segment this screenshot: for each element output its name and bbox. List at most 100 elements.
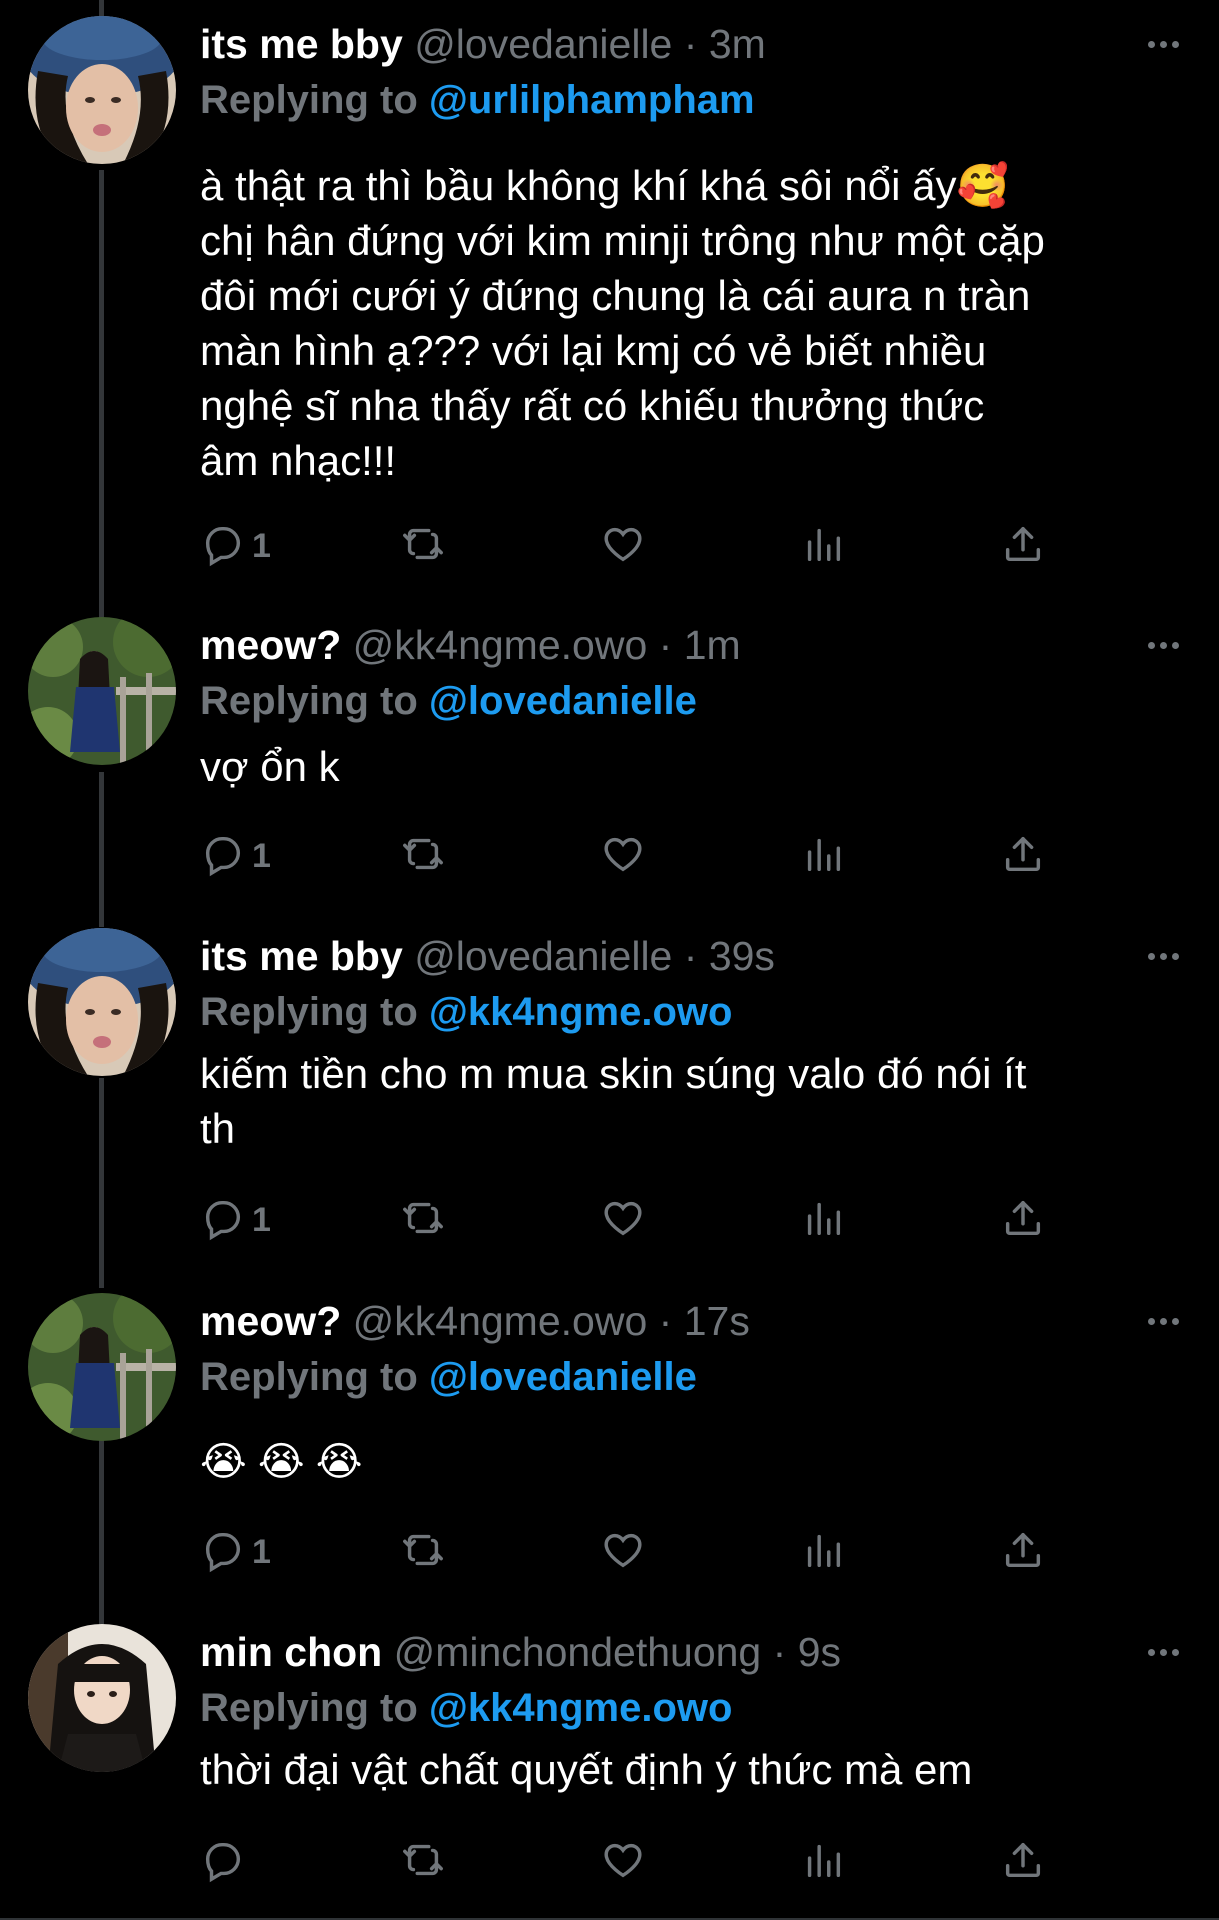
- avatar-blue-hat: [28, 928, 176, 1076]
- mention-link[interactable]: @lovedanielle: [429, 679, 697, 723]
- views-button[interactable]: [800, 1522, 846, 1582]
- timestamp[interactable]: 9s: [798, 1629, 841, 1675]
- avatar[interactable]: [28, 16, 176, 164]
- retweet-icon: [400, 1837, 446, 1888]
- reply-button[interactable]: 1: [200, 516, 271, 576]
- display-name[interactable]: its me bby: [200, 933, 403, 979]
- retweet-button[interactable]: [400, 1190, 446, 1250]
- more-icon[interactable]: [1143, 928, 1179, 984]
- thread-line: [99, 1440, 104, 1625]
- avatar[interactable]: [28, 1624, 176, 1772]
- display-name[interactable]: min chon: [200, 1629, 382, 1675]
- heart-icon: [600, 1837, 646, 1888]
- reply-icon: [200, 521, 246, 572]
- reply-button[interactable]: 1: [200, 1522, 271, 1582]
- separator-dot: ·: [658, 1298, 673, 1344]
- analytics-icon: [800, 831, 846, 882]
- heart-icon: [600, 521, 646, 572]
- like-button[interactable]: [600, 516, 646, 576]
- tweet-text: thời đại vật chất quyết định ý thức mà e…: [200, 1746, 973, 1793]
- avatar-blue-hat: [28, 16, 176, 164]
- analytics-icon: [800, 1527, 846, 1578]
- user-handle[interactable]: @lovedanielle: [414, 933, 672, 979]
- share-icon: [1000, 831, 1046, 882]
- reply-button[interactable]: [200, 1832, 252, 1892]
- more-icon[interactable]: [1143, 16, 1179, 72]
- like-button[interactable]: [600, 1522, 646, 1582]
- more-icon[interactable]: [1143, 1293, 1179, 1349]
- tweet-text: vợ ổn k: [200, 743, 340, 790]
- tweet-text: 😭 😭 😭: [200, 1440, 363, 1484]
- timestamp[interactable]: 17s: [684, 1298, 750, 1344]
- reply-icon: [200, 1837, 246, 1888]
- replying-to-label: Replying to: [200, 990, 418, 1034]
- display-name[interactable]: its me bby: [200, 21, 403, 67]
- tweet-actions: 1: [200, 1190, 1080, 1250]
- replying-to-label: Replying to: [200, 1355, 418, 1399]
- share-button[interactable]: [1000, 1190, 1046, 1250]
- separator-dot: ·: [772, 1629, 787, 1675]
- like-button[interactable]: [600, 1832, 646, 1892]
- replying-to: Replying to @kk4ngme.owo: [200, 984, 1179, 1040]
- reply-button[interactable]: 1: [200, 1190, 271, 1250]
- heart-icon: [600, 1195, 646, 1246]
- display-name[interactable]: meow?: [200, 622, 341, 668]
- tweet-actions: 1: [200, 826, 1080, 886]
- timestamp[interactable]: 3m: [709, 21, 766, 67]
- share-button[interactable]: [1000, 1522, 1046, 1582]
- timestamp[interactable]: 1m: [684, 622, 741, 668]
- views-button[interactable]: [800, 1190, 846, 1250]
- heart-icon: [600, 1527, 646, 1578]
- retweet-button[interactable]: [400, 1832, 446, 1892]
- retweet-button[interactable]: [400, 1522, 446, 1582]
- mention-link[interactable]: @kk4ngme.owo: [429, 990, 733, 1034]
- retweet-button[interactable]: [400, 826, 446, 886]
- timestamp[interactable]: 39s: [709, 933, 775, 979]
- share-icon: [1000, 1195, 1046, 1246]
- views-button[interactable]: [800, 826, 846, 886]
- avatar[interactable]: [28, 928, 176, 1076]
- replying-to: Replying to @kk4ngme.owo: [200, 1680, 1179, 1736]
- more-icon[interactable]: [1143, 617, 1179, 673]
- thread-line: [99, 1078, 104, 1288]
- analytics-icon: [800, 1837, 846, 1888]
- separator-dot: ·: [683, 21, 698, 67]
- like-button[interactable]: [600, 1190, 646, 1250]
- share-icon: [1000, 1837, 1046, 1888]
- reply-button[interactable]: 1: [200, 826, 271, 886]
- user-handle[interactable]: @kk4ngme.owo: [353, 1298, 648, 1344]
- reply-icon: [200, 1527, 246, 1578]
- avatar-garden: [28, 617, 176, 765]
- user-handle[interactable]: @kk4ngme.owo: [353, 622, 648, 668]
- replying-to: Replying to @lovedanielle: [200, 673, 1179, 729]
- retweet-button[interactable]: [400, 516, 446, 576]
- avatar[interactable]: [28, 617, 176, 765]
- tweet-actions: 1: [200, 1522, 1080, 1582]
- replying-to: Replying to @lovedanielle: [200, 1349, 1179, 1405]
- reply-count: 1: [252, 1200, 271, 1239]
- share-button[interactable]: [1000, 826, 1046, 886]
- separator-dot: ·: [683, 933, 698, 979]
- share-button[interactable]: [1000, 516, 1046, 576]
- tweet-actions: [200, 1832, 1080, 1892]
- thread-line: [99, 170, 104, 620]
- avatar[interactable]: [28, 1293, 176, 1441]
- mention-link[interactable]: @kk4ngme.owo: [429, 1686, 733, 1730]
- like-button[interactable]: [600, 826, 646, 886]
- replying-to-label: Replying to: [200, 78, 418, 122]
- views-button[interactable]: [800, 516, 846, 576]
- avatar-garden: [28, 1293, 176, 1441]
- reply-icon: [200, 1195, 246, 1246]
- views-button[interactable]: [800, 1832, 846, 1892]
- user-handle[interactable]: @lovedanielle: [414, 21, 672, 67]
- user-handle[interactable]: @minchondethuong: [394, 1629, 762, 1675]
- share-button[interactable]: [1000, 1832, 1046, 1892]
- mention-link[interactable]: @urlilphampham: [429, 78, 755, 122]
- more-icon[interactable]: [1143, 1624, 1179, 1680]
- share-icon: [1000, 1527, 1046, 1578]
- analytics-icon: [800, 1195, 846, 1246]
- replying-to-label: Replying to: [200, 679, 418, 723]
- mention-link[interactable]: @lovedanielle: [429, 1355, 697, 1399]
- display-name[interactable]: meow?: [200, 1298, 341, 1344]
- replying-to: Replying to @urlilphampham: [200, 72, 1179, 128]
